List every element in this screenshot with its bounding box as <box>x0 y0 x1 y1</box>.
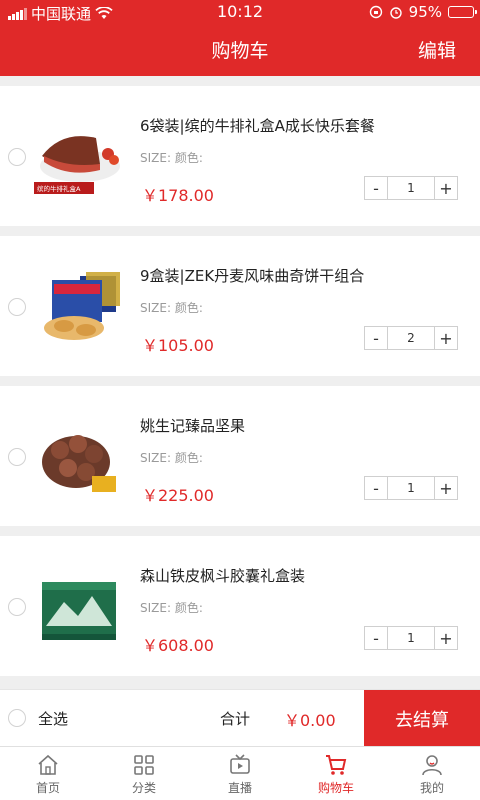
increase-button[interactable]: + <box>435 627 457 649</box>
checkout-bar: 全选 合计 ￥0.00 去结算 <box>0 689 480 747</box>
cart-icon <box>326 755 347 775</box>
total-amount: ￥0.00 <box>284 711 336 730</box>
cart-item: 森山铁皮枫斗胶囊礼盒装 SIZE: 颜色: ￥608.00 - 1 + <box>0 536 480 676</box>
image-caption: 缤的牛排礼盒A <box>37 184 81 193</box>
item-select-radio[interactable] <box>8 148 26 166</box>
item-name[interactable]: 森山铁皮枫斗胶囊礼盒装 <box>140 565 305 586</box>
product-image-steak: 缤的牛排礼盒A <box>34 116 124 198</box>
tab-label: 分类 <box>131 781 156 795</box>
tab-label: 首页 <box>35 781 60 795</box>
item-spec: SIZE: 颜色: <box>140 601 203 615</box>
tab-bar: 首页 分类 直播 购物车 我的 <box>0 746 480 800</box>
user-icon <box>422 755 442 776</box>
increase-button[interactable]: + <box>435 177 457 199</box>
item-price: ￥178.00 <box>142 186 214 205</box>
decrease-button[interactable]: - <box>365 627 387 649</box>
tab-live[interactable]: 直播 <box>192 747 288 800</box>
total-label: 合计 <box>220 710 251 728</box>
alarm-icon <box>389 7 402 19</box>
decrease-button[interactable]: - <box>365 177 387 199</box>
checkout-button[interactable]: 去结算 <box>364 690 480 747</box>
status-bar: 中国联通 10:12 95% <box>0 0 480 24</box>
tab-category[interactable]: 分类 <box>96 747 192 800</box>
cart-item: 姚生记臻品坚果 SIZE: 颜色: ￥225.00 - 1 + <box>0 386 480 526</box>
tab-label: 购物车 <box>317 781 354 795</box>
quantity-stepper: - 2 + <box>364 326 458 350</box>
item-select-radio[interactable] <box>8 598 26 616</box>
cart-item: 缤的牛排礼盒A 6袋装|缤的牛排礼盒A成长快乐套餐 SIZE: 颜色: ￥178… <box>0 86 480 226</box>
item-spec: SIZE: 颜色: <box>140 151 203 165</box>
item-price: ￥225.00 <box>142 486 214 505</box>
tab-cart[interactable]: 购物车 <box>288 747 384 800</box>
item-select-radio[interactable] <box>8 448 26 466</box>
quantity-stepper: - 1 + <box>364 176 458 200</box>
quantity-value[interactable]: 1 <box>387 627 435 649</box>
tab-label: 我的 <box>419 781 444 795</box>
quantity-value[interactable]: 1 <box>387 177 435 199</box>
tab-mine[interactable]: 我的 <box>384 747 480 800</box>
increase-button[interactable]: + <box>435 477 457 499</box>
edit-button[interactable]: 编辑 <box>418 36 456 63</box>
item-spec: SIZE: 颜色: <box>140 301 203 315</box>
decrease-button[interactable]: - <box>365 477 387 499</box>
battery-icon <box>448 6 477 18</box>
item-name[interactable]: 6袋装|缤的牛排礼盒A成长快乐套餐 <box>140 115 375 136</box>
item-name[interactable]: 9盒装|ZEK丹麦风味曲奇饼干组合 <box>140 265 364 286</box>
quantity-stepper: - 1 + <box>364 626 458 650</box>
tab-label: 直播 <box>227 781 252 795</box>
cart-item: 9盒装|ZEK丹麦风味曲奇饼干组合 SIZE: 颜色: ￥105.00 - 2 … <box>0 236 480 376</box>
product-image-nuts <box>34 416 124 498</box>
increase-button[interactable]: + <box>435 327 457 349</box>
item-name[interactable]: 姚生记臻品坚果 <box>140 415 245 436</box>
select-all-radio[interactable] <box>8 709 26 727</box>
product-image-giftbox <box>34 566 124 648</box>
decrease-button[interactable]: - <box>365 327 387 349</box>
home-icon <box>38 754 58 775</box>
tv-icon <box>230 754 250 774</box>
item-select-radio[interactable] <box>8 298 26 316</box>
item-price: ￥608.00 <box>142 636 214 655</box>
item-spec: SIZE: 颜色: <box>140 451 203 465</box>
page-title: 购物车 <box>211 40 269 62</box>
quantity-value[interactable]: 2 <box>387 327 435 349</box>
product-image-cookies <box>34 266 124 348</box>
tab-home[interactable]: 首页 <box>0 747 96 800</box>
nav-bar: 购物车 编辑 <box>0 24 480 76</box>
rotation-lock-icon <box>369 5 382 19</box>
item-price: ￥105.00 <box>142 336 214 355</box>
select-all-label[interactable]: 全选 <box>38 708 68 729</box>
battery-percent: 95% <box>408 3 442 21</box>
grid-icon <box>134 755 154 775</box>
quantity-stepper: - 1 + <box>364 476 458 500</box>
quantity-value[interactable]: 1 <box>387 477 435 499</box>
